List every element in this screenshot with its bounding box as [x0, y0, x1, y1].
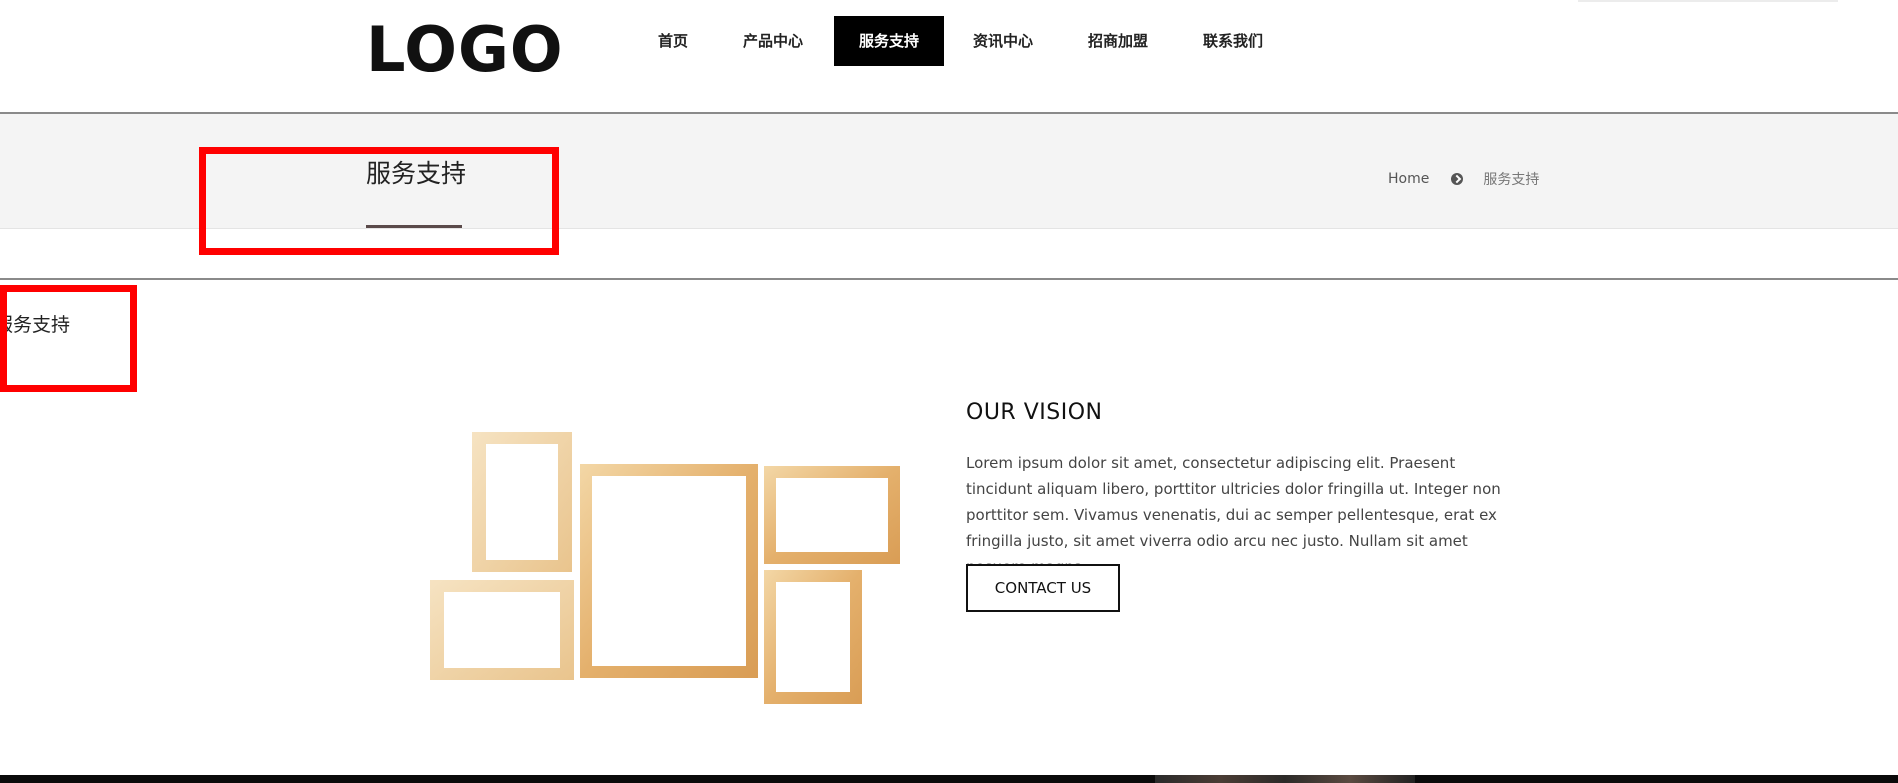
nav-item-home[interactable]: 首页 — [642, 16, 704, 66]
nav-item-franchise[interactable]: 招商加盟 — [1076, 16, 1160, 66]
frame-bottom-right — [764, 570, 862, 704]
breadcrumb: Home 服务支持 — [1388, 169, 1539, 189]
nav-item-contact[interactable]: 联系我们 — [1191, 16, 1275, 66]
wooden-frames-image — [430, 432, 900, 704]
vision-heading: OUR VISION — [966, 400, 1103, 425]
footer-image — [1155, 775, 1415, 783]
nav-item-news[interactable]: 资讯中心 — [961, 16, 1045, 66]
vision-paragraph: Lorem ipsum dolor sit amet, consectetur … — [966, 454, 1501, 576]
nav-item-service-support[interactable]: 服务支持 — [834, 16, 944, 66]
page-banner: 服务支持 Home 服务支持 — [0, 114, 1898, 229]
title-underline — [366, 225, 462, 228]
frame-top-right — [764, 466, 900, 564]
breadcrumb-current: 服务支持 — [1483, 172, 1540, 188]
sidebar-label: 服务支持 — [0, 314, 71, 336]
chevron-right-circle-icon — [1451, 173, 1464, 185]
section-divider — [0, 278, 1898, 280]
site-logo[interactable]: LOGO — [366, 14, 564, 86]
footer-strip — [0, 775, 1898, 783]
nav-item-products[interactable]: 产品中心 — [731, 16, 815, 66]
contact-us-button[interactable]: CONTACT US — [966, 564, 1120, 612]
frame-top-left — [472, 432, 572, 572]
breadcrumb-home-link[interactable]: Home — [1388, 171, 1429, 187]
header-edge-line — [1578, 0, 1838, 2]
page-title: 服务支持 — [366, 159, 467, 188]
highlight-box-side — [0, 285, 137, 392]
frame-center — [580, 464, 758, 678]
frame-bottom-left — [430, 580, 574, 680]
site-header: LOGO 首页 产品中心 服务支持 资讯中心 招商加盟 联系我们 — [0, 0, 1898, 112]
